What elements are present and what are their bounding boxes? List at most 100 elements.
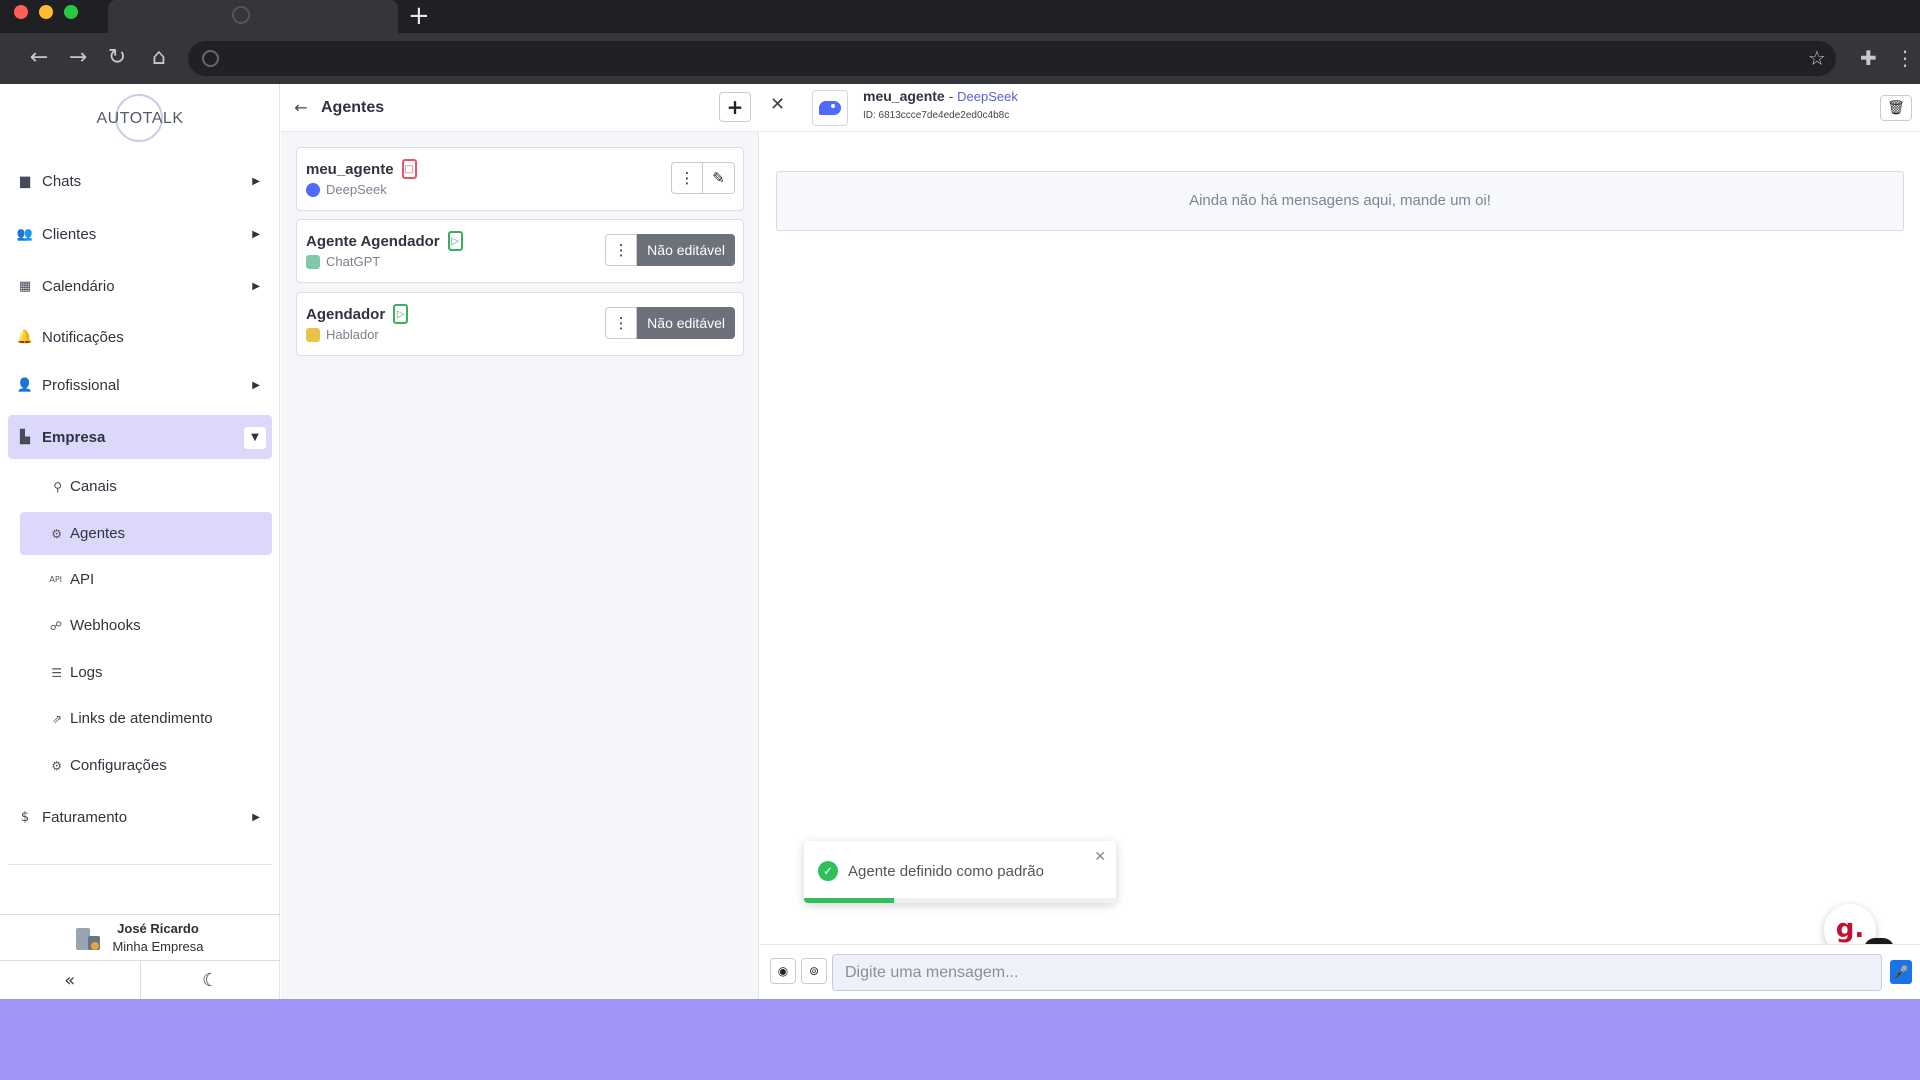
success-toast: ✓ Agente definido como padrão ✕	[804, 841, 1116, 903]
deepseek-icon	[306, 182, 320, 197]
external-link-icon: ⇗	[51, 711, 62, 726]
sidebar-item-faturamento[interactable]: $ Faturamento ▶	[8, 795, 272, 839]
sidebar-item-label: Notificações	[42, 328, 124, 346]
sidebar-subitem-webhooks[interactable]: ☍ Webhooks	[20, 604, 272, 647]
maximize-window-button[interactable]	[64, 5, 78, 19]
sidebar-subitem-label: Webhooks	[70, 617, 141, 634]
sidebar-subitem-label: Logs	[70, 664, 103, 681]
caret-right-icon: ▶	[252, 228, 260, 240]
toast-progress-track	[804, 898, 1116, 903]
sidebar-subitem-label: Canais	[70, 478, 117, 495]
agent-model: DeepSeek	[326, 182, 387, 197]
agent-name: Agente Agendador	[306, 232, 440, 250]
forward-icon[interactable]: →	[63, 43, 93, 73]
delete-chat-button[interactable]: 🗑	[1880, 95, 1912, 121]
extensions-icon[interactable]: ✚	[1860, 43, 1877, 73]
message-input[interactable]	[832, 954, 1882, 991]
sidebar-bottom-bar: « ☾	[0, 961, 280, 999]
deepseek-avatar-icon	[812, 90, 848, 126]
bell-icon: 🔔	[16, 329, 34, 345]
browser-toolbar: ← → ↻ ⌂ ☆ ✚ ⋮	[0, 33, 1920, 84]
close-window-button[interactable]	[14, 5, 28, 19]
logo-text: AUTOTALK	[96, 110, 184, 127]
profile-company: Minha Empresa	[112, 938, 204, 954]
sidebar-subitem-api[interactable]: API API	[20, 558, 272, 601]
sidebar-subitem-label: API	[70, 571, 95, 588]
chat-agent-id: ID: 6813ccce7de4ede2ed0c4b8c	[863, 110, 1010, 121]
caret-right-icon: ▶	[252, 811, 260, 823]
chevron-down-icon[interactable]: ▼	[244, 427, 266, 449]
dark-mode-icon[interactable]: ☾	[141, 961, 281, 999]
message-composer: ◉ ⊚ 🎤	[760, 944, 1920, 999]
toast-message: Agente definido como padrão	[848, 863, 1044, 880]
caret-right-icon: ▶	[252, 379, 260, 391]
back-icon[interactable]: ←	[24, 43, 54, 73]
edit-agent-button[interactable]: ✎	[703, 162, 735, 194]
sidebar-item-label: Chats	[42, 172, 82, 190]
autotalk-logo[interactable]: AUTOTALK	[90, 94, 190, 144]
toast-progress-bar	[804, 898, 895, 903]
home-icon[interactable]: ⌂	[144, 43, 174, 73]
api-icon: API	[49, 575, 62, 584]
browser-tab[interactable]	[108, 0, 398, 33]
robot-icon: ⚙	[51, 526, 62, 541]
sidebar-item-label: Empresa	[42, 428, 106, 446]
microphone-icon[interactable]: 🎤	[1890, 960, 1912, 984]
empty-chat-message: Ainda não há mensagens aqui, mande um oi…	[776, 171, 1904, 231]
sidebar-subitem-canais[interactable]: ⚲ Canais	[20, 465, 272, 508]
agents-title: Agentes	[321, 98, 385, 116]
sidebar-item-label: Faturamento	[42, 808, 128, 826]
site-info-icon[interactable]	[202, 50, 219, 67]
sidebar-item-empresa[interactable]: ▙ Empresa ▼	[8, 415, 272, 459]
sidebar-subitem-links[interactable]: ⇗ Links de atendimento	[20, 697, 272, 740]
chat-panel: ✕ meu_agente - DeepSeek ID: 6813ccce7de4…	[760, 84, 1920, 999]
sidebar-item-clientes[interactable]: 👥 Clientes ▶	[8, 212, 272, 256]
back-arrow-icon[interactable]: ←	[281, 98, 321, 117]
agent-options-button[interactable]: ⋮	[605, 307, 638, 339]
agents-panel: ← Agentes + meu_agente □ DeepSeek ⋮ ✎ Ag…	[281, 84, 759, 999]
minimize-window-button[interactable]	[39, 5, 53, 19]
webhook-icon: ☍	[49, 618, 62, 633]
agent-card[interactable]: Agendador ▷ Hablador ⋮ Não editável	[296, 292, 744, 356]
caret-right-icon: ▶	[252, 280, 260, 292]
not-editable-badge: Não editável	[637, 307, 735, 339]
sidebar-item-calendario[interactable]: ▦ Calendário ▶	[8, 264, 272, 308]
menu-icon[interactable]: ⋮	[1895, 43, 1915, 73]
users-icon: 👥	[16, 226, 34, 242]
close-toast-icon[interactable]: ✕	[1094, 849, 1106, 865]
sidebar-subitem-logs[interactable]: ☰ Logs	[20, 651, 272, 694]
sidebar-subitem-label: Agentes	[70, 525, 126, 542]
agent-name: Agendador	[306, 305, 386, 323]
chat-agent-name: meu_agente	[863, 88, 945, 104]
sidebar-item-profissional[interactable]: 👤 Profissional ▶	[8, 363, 272, 407]
agent-model: ChatGPT	[326, 254, 381, 269]
sidebar-item-notificacoes[interactable]: 🔔 Notificações	[8, 315, 272, 359]
agent-card[interactable]: meu_agente □ DeepSeek ⋮ ✎	[296, 147, 744, 211]
chat-agent-model: DeepSeek	[957, 89, 1018, 104]
agent-options-button[interactable]: ⋮	[605, 234, 638, 266]
agent-card[interactable]: Agente Agendador ▷ ChatGPT ⋮ Não editáve…	[296, 219, 744, 283]
sidebar-subitem-agentes[interactable]: ⚙ Agentes	[20, 512, 272, 555]
sidebar-item-label: Clientes	[42, 225, 97, 243]
close-icon[interactable]: ✕	[770, 94, 785, 115]
profile-card[interactable]: José Ricardo Minha Empresa	[0, 914, 280, 961]
calendar-icon: ▦	[18, 278, 32, 294]
collapse-sidebar-icon[interactable]: «	[0, 961, 141, 999]
agent-options-button[interactable]: ⋮	[671, 162, 703, 194]
star-icon[interactable]: ☆	[1808, 43, 1826, 73]
agents-header: ← Agentes +	[281, 84, 759, 132]
sidebar: AUTOTALK ▆ Chats ▶ 👥 Clientes ▶ ▦ Calend…	[0, 84, 280, 999]
address-bar[interactable]	[188, 41, 1836, 76]
new-tab-button[interactable]: +	[408, 2, 430, 30]
chatgpt-icon	[306, 254, 320, 269]
camera-icon[interactable]: ◉	[770, 958, 796, 984]
company-avatar-icon	[76, 924, 102, 952]
sidebar-subitem-label: Configurações	[70, 757, 167, 774]
chat-header: ✕ meu_agente - DeepSeek ID: 6813ccce7de4…	[760, 84, 1920, 132]
gear-icon: ⚙	[51, 758, 62, 773]
sidebar-item-chats[interactable]: ▆ Chats ▶	[8, 159, 272, 203]
add-agent-button[interactable]: +	[719, 92, 751, 122]
reload-icon[interactable]: ↻	[102, 43, 132, 73]
sidebar-subitem-configuracoes[interactable]: ⚙ Configurações	[20, 744, 272, 787]
attachment-icon[interactable]: ⊚	[801, 958, 827, 984]
